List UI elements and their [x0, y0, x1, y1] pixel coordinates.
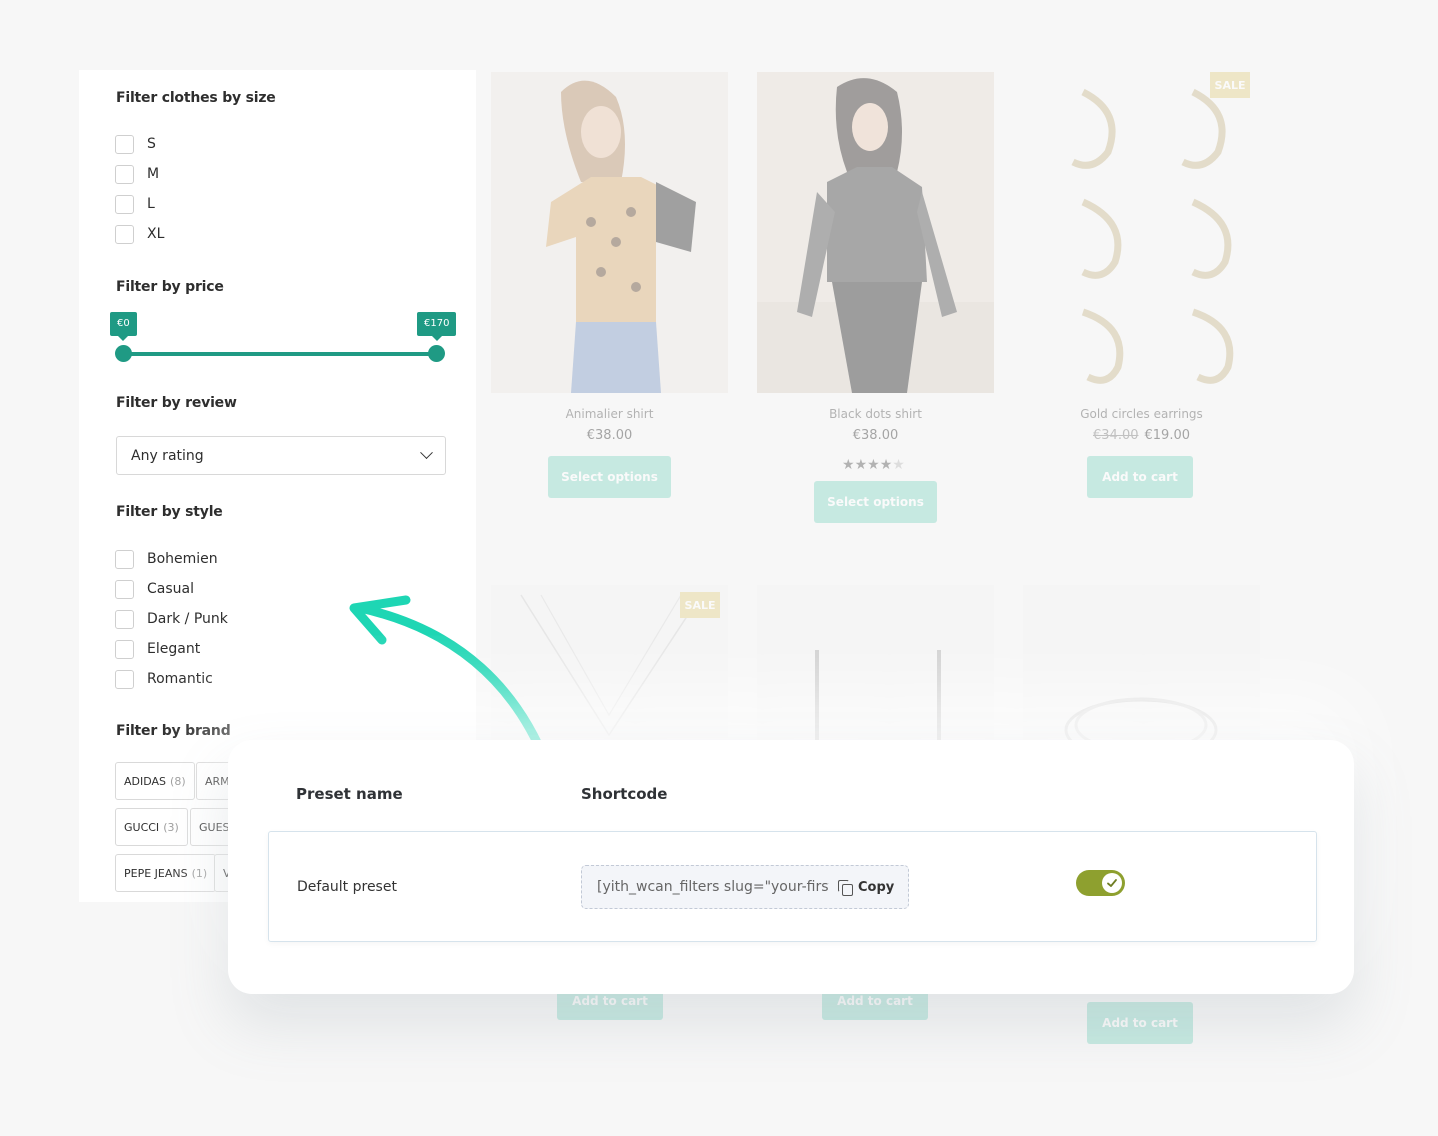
price-old: €34.00 [1093, 428, 1139, 443]
star-icon: ★ [892, 457, 905, 473]
product-price: €34.00 €19.00 [1023, 428, 1260, 443]
brand-name: GUCCI [124, 820, 160, 834]
add-to-cart-button[interactable]: Add to cart [1087, 1002, 1193, 1044]
checkbox[interactable] [115, 549, 134, 569]
size-label: L [147, 196, 155, 212]
checkbox[interactable] [115, 639, 134, 659]
style-option-romantic[interactable]: Romantic [115, 669, 213, 689]
product-name[interactable]: Gold circles earrings [1023, 407, 1260, 421]
style-filter-title: Filter by style [116, 504, 223, 520]
star-icon: ★ [879, 457, 893, 473]
review-select-value: Any rating [131, 447, 204, 464]
product-photo [1023, 72, 1260, 393]
checkbox[interactable] [115, 224, 134, 244]
style-label: Romantic [147, 671, 213, 687]
star-icon: ★ [842, 457, 855, 473]
sale-badge: SALE [1210, 72, 1250, 98]
review-select[interactable]: Any rating [116, 436, 446, 475]
toggle-knob [1102, 873, 1122, 893]
price-slider-track[interactable] [124, 352, 437, 356]
copy-button[interactable]: Copy [838, 879, 895, 896]
style-option-elegant[interactable]: Elegant [115, 639, 200, 659]
price-current: €38.00 [852, 428, 899, 443]
preset-name[interactable]: Default preset [297, 879, 397, 895]
price-slider-min-handle[interactable] [115, 345, 132, 362]
select-options-button[interactable]: Select options [548, 456, 671, 498]
preset-row: Default preset [yith_wcan_filters slug="… [268, 831, 1317, 942]
product-photo [1064, 697, 1218, 745]
product-image-silver-rings[interactable] [1023, 585, 1260, 745]
product-photo [491, 72, 728, 393]
column-header-shortcode: Shortcode [581, 785, 668, 803]
product-price: €38.00 [757, 428, 994, 443]
product-photo [815, 650, 941, 745]
copy-icon [838, 879, 853, 896]
brand-name: ADIDAS [124, 774, 167, 788]
brand-count: (8) [170, 774, 186, 788]
column-header-preset-name: Preset name [296, 785, 403, 803]
product-image-animalier-shirt[interactable] [491, 72, 728, 393]
size-label: XL [147, 226, 165, 242]
preset-panel: Preset name Shortcode Default preset [yi… [228, 740, 1354, 994]
product-name[interactable]: Animalier shirt [491, 407, 728, 421]
size-filter-title: Filter clothes by size [116, 90, 276, 106]
price-min-tooltip: €0 [110, 312, 137, 341]
size-option-m[interactable]: M [115, 164, 159, 184]
preset-enabled-toggle[interactable] [1076, 870, 1125, 896]
add-to-cart-button[interactable]: Add to cart [1087, 456, 1193, 498]
star-icon: ★ [854, 457, 868, 473]
brand-name: GUES [199, 820, 230, 834]
checkbox[interactable] [115, 609, 134, 629]
price-filter-title: Filter by price [116, 279, 224, 295]
size-option-s[interactable]: S [115, 134, 156, 154]
style-option-casual[interactable]: Casual [115, 579, 194, 599]
price-current: €19.00 [1144, 428, 1191, 443]
checkbox[interactable] [115, 134, 134, 154]
style-label: Dark / Punk [147, 611, 228, 627]
style-option-dark-punk[interactable]: Dark / Punk [115, 609, 228, 629]
review-filter-title: Filter by review [116, 395, 237, 411]
shortcode-field[interactable]: [yith_wcan_filters slug="your-first-pres… [581, 865, 909, 909]
size-label: S [147, 136, 156, 152]
price-current: €38.00 [586, 428, 633, 443]
size-option-xl[interactable]: XL [115, 224, 164, 244]
brand-tag-adidas[interactable]: ADIDAS (8) [115, 762, 195, 800]
product-photo [757, 72, 994, 393]
checkbox[interactable] [115, 579, 134, 599]
product-price: €38.00 [491, 428, 728, 443]
product-rating: ★★★★★ [842, 457, 905, 473]
price-slider-max-handle[interactable] [428, 345, 445, 362]
price-max-tooltip: €170 [417, 312, 457, 341]
check-icon [1107, 879, 1117, 887]
shortcode-text[interactable]: [yith_wcan_filters slug="your-first-pres… [597, 879, 829, 895]
brand-name: PEPE JEANS [124, 866, 188, 880]
sale-badge: SALE [680, 592, 720, 618]
brand-tag-gucci[interactable]: GUCCI (3) [115, 808, 188, 846]
product-image-silver-bars[interactable] [757, 585, 994, 745]
brand-tag-pepe-jeans[interactable]: PEPE JEANS (1) [115, 854, 217, 892]
checkbox[interactable] [115, 194, 134, 214]
style-option-bohemien[interactable]: Bohemien [115, 549, 218, 569]
product-name[interactable]: Black dots shirt [757, 407, 994, 421]
size-label: M [147, 166, 160, 182]
size-option-l[interactable]: L [115, 194, 155, 214]
brand-name: ARM [205, 774, 230, 788]
brand-count: (3) [163, 820, 179, 834]
product-image-gold-circles-earrings[interactable] [1023, 72, 1260, 393]
product-image-black-dots-shirt[interactable] [757, 72, 994, 393]
star-icon: ★ [867, 457, 880, 473]
brand-filter-title: Filter by brand [116, 723, 231, 739]
checkbox[interactable] [115, 164, 134, 184]
style-label: Elegant [147, 641, 201, 657]
brand-count: (1) [191, 866, 208, 880]
copy-label: Copy [858, 879, 895, 895]
style-label: Casual [147, 581, 194, 597]
style-label: Bohemien [147, 551, 218, 567]
select-options-button[interactable]: Select options [814, 481, 937, 523]
chevron-down-icon [420, 446, 433, 460]
checkbox[interactable] [115, 669, 134, 689]
